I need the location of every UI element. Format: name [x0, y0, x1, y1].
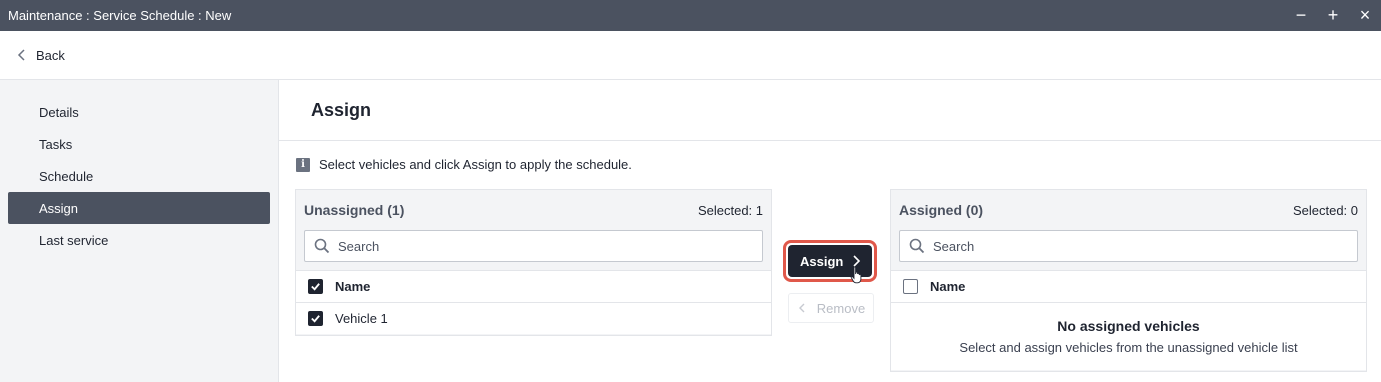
- unassigned-header: Unassigned (1) Selected: 1: [296, 190, 771, 230]
- back-label: Back: [36, 47, 65, 63]
- info-message: i Select vehicles and click Assign to ap…: [296, 157, 632, 172]
- chevron-left-icon: [798, 303, 805, 313]
- column-header-name: Name: [335, 279, 371, 294]
- sidebar-item-tasks[interactable]: Tasks: [8, 128, 270, 160]
- search-icon: [909, 238, 925, 254]
- empty-state: No assigned vehicles Select and assign v…: [891, 302, 1366, 370]
- assigned-search-input[interactable]: [933, 238, 1333, 254]
- select-all-checkbox[interactable]: [903, 279, 918, 294]
- remove-label: Remove: [816, 300, 866, 316]
- assign-label: Assign: [800, 253, 844, 269]
- unassigned-selected-count: Selected: 1: [697, 202, 763, 218]
- assigned-search[interactable]: [899, 230, 1358, 262]
- unassigned-search[interactable]: [304, 230, 763, 262]
- chevron-left-icon: [17, 49, 25, 61]
- info-icon: i: [296, 157, 310, 172]
- sidebar-item-details[interactable]: Details: [8, 96, 270, 128]
- page-header: Assign: [279, 80, 1381, 141]
- table-header-row: Name: [296, 270, 771, 302]
- empty-state-text: Select and assign vehicles from the unas…: [959, 340, 1298, 355]
- checkmark-icon: [311, 283, 320, 291]
- close-button[interactable]: ×: [1349, 0, 1381, 31]
- hand-cursor-icon: [850, 266, 862, 284]
- row-checkbox[interactable]: [308, 311, 323, 326]
- unassigned-table: Name Vehicle 1: [296, 270, 771, 334]
- sidebar-item-assign[interactable]: Assign: [8, 192, 270, 224]
- unassigned-panel: Unassigned (1) Selected: 1 Name Vehicle …: [295, 189, 772, 336]
- window-title: Maintenance : Service Schedule : New: [8, 8, 232, 23]
- page-title: Assign: [311, 99, 372, 120]
- assigned-table: Name No assigned vehicles Select and ass…: [891, 270, 1366, 370]
- empty-state-title: No assigned vehicles: [1057, 318, 1200, 334]
- unassigned-title: Unassigned (1): [304, 202, 405, 218]
- minimize-button[interactable]: −: [1285, 0, 1317, 31]
- search-icon: [314, 238, 330, 254]
- top-bar: Back: [0, 31, 1381, 80]
- checkmark-icon: [311, 315, 320, 323]
- info-text: Select vehicles and click Assign to appl…: [319, 157, 632, 172]
- sidebar-item-schedule[interactable]: Schedule: [8, 160, 270, 192]
- assigned-title: Assigned (0): [899, 202, 984, 218]
- main-content: Assign i Select vehicles and click Assig…: [279, 80, 1381, 382]
- column-header-name: Name: [930, 279, 966, 294]
- unassigned-search-input[interactable]: [338, 238, 738, 254]
- maximize-button[interactable]: +: [1317, 0, 1349, 31]
- sidebar-item-last-service[interactable]: Last service: [8, 224, 270, 256]
- table-header-row: Name: [891, 270, 1366, 302]
- assigned-selected-count: Selected: 0: [1292, 202, 1358, 218]
- remove-button[interactable]: Remove: [788, 293, 874, 323]
- back-button[interactable]: Back: [16, 48, 65, 63]
- vehicle-name: Vehicle 1: [335, 311, 388, 326]
- table-row[interactable]: Vehicle 1: [296, 302, 771, 334]
- assigned-panel: Assigned (0) Selected: 0 Name No assigne…: [890, 189, 1367, 372]
- select-all-checkbox[interactable]: [308, 279, 323, 294]
- sidebar: Details Tasks Schedule Assign Last servi…: [0, 80, 279, 382]
- assigned-header: Assigned (0) Selected: 0: [891, 190, 1366, 230]
- title-bar: Maintenance : Service Schedule : New − +…: [0, 0, 1381, 31]
